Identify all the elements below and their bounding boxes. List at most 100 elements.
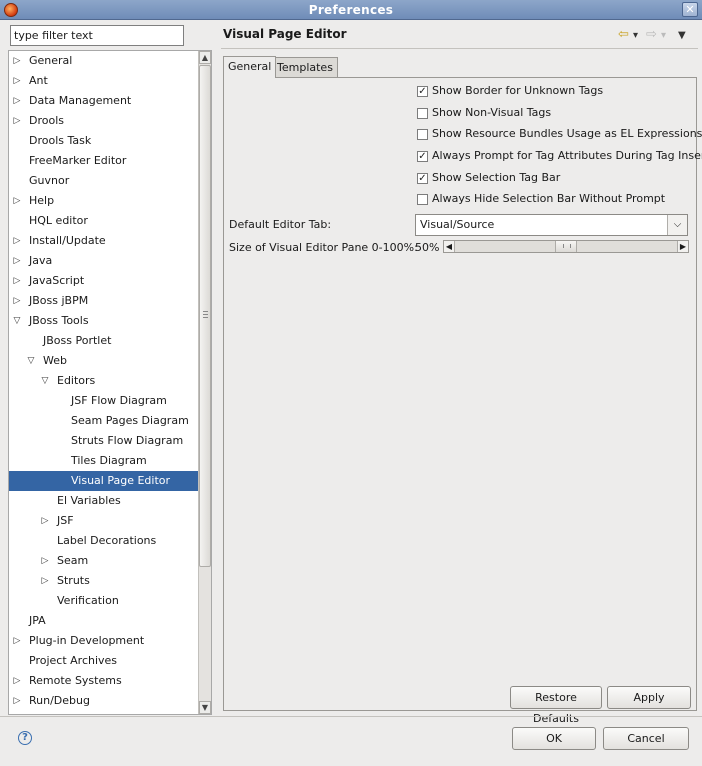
select-value: Visual/Source xyxy=(420,218,495,231)
collapsed-arrow-icon[interactable]: ▷ xyxy=(12,231,22,251)
tree-item-label: Visual Page Editor xyxy=(71,474,171,487)
cancel-button[interactable]: Cancel xyxy=(603,727,689,750)
tree-item[interactable]: Drools Task xyxy=(9,131,199,151)
collapsed-arrow-icon[interactable]: ▷ xyxy=(12,671,22,691)
tree-item[interactable]: JBoss Portlet xyxy=(9,331,199,351)
scroll-up-button[interactable]: ▲ xyxy=(199,51,211,64)
tree-vertical-scrollbar[interactable]: ▲ ▼ xyxy=(198,51,211,714)
collapsed-arrow-icon[interactable]: ▷ xyxy=(12,271,22,291)
chevron-down-icon[interactable]: ⌵ xyxy=(667,215,687,235)
collapsed-arrow-icon[interactable]: ▷ xyxy=(40,551,50,571)
back-arrow-icon[interactable]: ⇦ xyxy=(618,27,629,42)
checkbox[interactable] xyxy=(417,194,428,205)
close-window-button[interactable]: ✕ xyxy=(682,2,698,17)
apply-button[interactable]: Apply xyxy=(607,686,691,709)
footer-divider xyxy=(0,716,702,717)
tree-item-label: General xyxy=(29,54,73,67)
default-editor-tab-select[interactable]: Visual/Source ⌵ xyxy=(415,214,688,236)
tree-item-label: Install/Update xyxy=(29,234,106,247)
pane-size-slider[interactable]: ◀ ▶ xyxy=(443,240,689,253)
tree-item-label: Seam Pages Diagram xyxy=(71,414,189,427)
scroll-down-button[interactable]: ▼ xyxy=(199,701,211,714)
collapsed-arrow-icon[interactable]: ▷ xyxy=(12,251,22,271)
tree-item-label: Seam xyxy=(57,554,89,567)
tree-item[interactable]: Visual Page Editor xyxy=(9,471,199,491)
tree-item[interactable]: ▷ Plug-in Development xyxy=(9,631,199,651)
checkbox[interactable] xyxy=(417,129,428,140)
checked-checkbox-icon[interactable]: ✓ xyxy=(417,86,428,97)
option-label: Always Prompt for Tag Attributes During … xyxy=(432,149,702,162)
slider-right-button[interactable]: ▶ xyxy=(677,241,688,252)
collapsed-arrow-icon[interactable]: ▷ xyxy=(12,691,22,711)
forward-menu-icon[interactable]: ▾ xyxy=(661,30,666,41)
tree-item[interactable]: ▷ Drools xyxy=(9,111,199,131)
collapsed-arrow-icon[interactable]: ▷ xyxy=(12,51,22,71)
tree-item[interactable]: FreeMarker Editor xyxy=(9,151,199,171)
tab-templates[interactable]: Templates xyxy=(272,57,338,78)
expanded-arrow-icon[interactable]: ▽ xyxy=(40,371,50,391)
collapsed-arrow-icon[interactable]: ▷ xyxy=(12,91,22,111)
tree-item[interactable]: ▷ Install/Update xyxy=(9,231,199,251)
tree-item[interactable]: ▽ Editors xyxy=(9,371,199,391)
back-menu-icon[interactable]: ▾ xyxy=(633,30,638,41)
tree-item[interactable]: ▷ Run/Debug xyxy=(9,691,199,711)
tree-item[interactable]: ▽ JBoss Tools xyxy=(9,311,199,331)
window-title: Preferences xyxy=(308,3,394,17)
tree-item[interactable]: Verification xyxy=(9,591,199,611)
tree-item[interactable]: El Variables xyxy=(9,491,199,511)
tree-item[interactable]: JPA xyxy=(9,611,199,631)
collapsed-arrow-icon[interactable]: ▷ xyxy=(40,511,50,531)
tree-item[interactable]: ▷ Seam xyxy=(9,551,199,571)
tree-item[interactable]: ▷ Remote Systems xyxy=(9,671,199,691)
tab-general[interactable]: General xyxy=(223,56,277,78)
option-label: Show Border for Unknown Tags xyxy=(432,84,604,97)
tree-item[interactable]: Seam Pages Diagram xyxy=(9,411,199,431)
expanded-arrow-icon[interactable]: ▽ xyxy=(26,351,36,371)
tree-item[interactable]: ▽ Web xyxy=(9,351,199,371)
tree-item[interactable]: ▷ General xyxy=(9,51,199,71)
collapsed-arrow-icon[interactable]: ▷ xyxy=(40,571,50,591)
slider-thumb[interactable] xyxy=(555,241,577,252)
tree-rows: ▷ General ▷ Ant ▷ Data Management ▷ Drools Drool… xyxy=(9,51,199,711)
tree-item[interactable]: ▷ Java xyxy=(9,251,199,271)
tree-item-label: Struts Flow Diagram xyxy=(71,434,184,447)
tree-item[interactable]: HQL editor xyxy=(9,211,199,231)
tree-item-label: Data Management xyxy=(29,94,132,107)
tree-item[interactable]: Struts Flow Diagram xyxy=(9,431,199,451)
slider-left-button[interactable]: ◀ xyxy=(444,241,455,252)
collapsed-arrow-icon[interactable]: ▷ xyxy=(12,71,22,91)
filter-input[interactable] xyxy=(10,25,184,46)
tree-item[interactable]: ▷ JavaScript xyxy=(9,271,199,291)
help-icon[interactable]: ? xyxy=(18,731,32,745)
view-menu-icon[interactable]: ▼ xyxy=(678,30,686,41)
collapsed-arrow-icon[interactable]: ▷ xyxy=(12,631,22,651)
restore-defaults-button[interactable]: Restore Defaults xyxy=(510,686,602,725)
expanded-arrow-icon[interactable]: ▽ xyxy=(12,311,22,331)
collapsed-arrow-icon[interactable]: ▷ xyxy=(12,191,22,211)
tree-item[interactable]: JSF Flow Diagram xyxy=(9,391,199,411)
tree-item-label: Guvnor xyxy=(29,174,70,187)
tree-item-label: Tiles Diagram xyxy=(71,454,147,467)
tree-item[interactable]: Project Archives xyxy=(9,651,199,671)
checked-checkbox-icon[interactable]: ✓ xyxy=(417,151,428,162)
checked-checkbox-icon[interactable]: ✓ xyxy=(417,173,428,184)
option-label: Always Hide Selection Bar Without Prompt xyxy=(432,192,666,205)
pane-size-label: Size of Visual Editor Pane 0-100%: xyxy=(229,241,418,254)
tree-item[interactable]: ▷ Data Management xyxy=(9,91,199,111)
forward-arrow-icon[interactable]: ⇨ xyxy=(646,27,657,42)
tree-item[interactable]: ▷ Struts xyxy=(9,571,199,591)
tree-item[interactable]: Tiles Diagram xyxy=(9,451,199,471)
tree-item-label: HQL editor xyxy=(29,214,88,227)
scroll-thumb[interactable] xyxy=(199,65,211,567)
collapsed-arrow-icon[interactable]: ▷ xyxy=(12,111,22,131)
tree-item[interactable]: ▷ Ant xyxy=(9,71,199,91)
ok-button[interactable]: OK xyxy=(512,727,596,750)
tree-item[interactable]: ▷ JBoss jBPM xyxy=(9,291,199,311)
tree-item[interactable]: Label Decorations xyxy=(9,531,199,551)
tree-item[interactable]: Guvnor xyxy=(9,171,199,191)
tree-item[interactable]: ▷ JSF xyxy=(9,511,199,531)
option-label: Show Resource Bundles Usage as EL Expres… xyxy=(432,127,702,140)
collapsed-arrow-icon[interactable]: ▷ xyxy=(12,291,22,311)
checkbox[interactable] xyxy=(417,108,428,119)
tree-item[interactable]: ▷ Help xyxy=(9,191,199,211)
